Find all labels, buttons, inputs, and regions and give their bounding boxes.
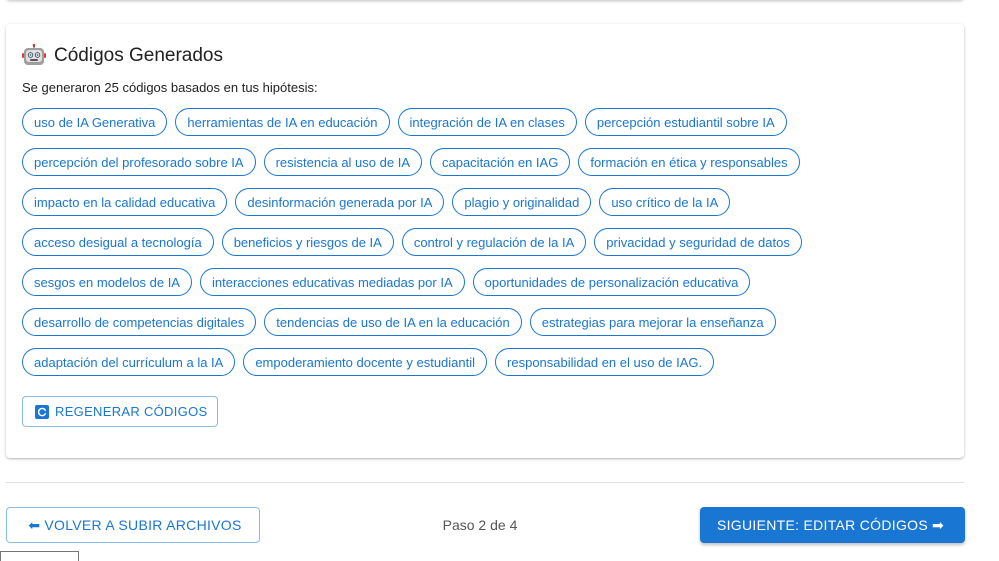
code-chip[interactable]: capacitación en IAG — [429, 148, 571, 176]
card-title: Códigos Generados — [54, 45, 223, 66]
code-chip[interactable]: estrategias para mejorar la enseñanza — [529, 308, 776, 336]
code-chip[interactable]: uso de IA Generativa — [22, 108, 168, 136]
code-chip[interactable]: beneficios y riesgos de IA — [221, 228, 394, 256]
code-chip[interactable]: tendencias de uso de IA en la educación — [264, 308, 522, 336]
partial-element — [0, 551, 79, 561]
code-chip[interactable]: control y regulación de la IA — [401, 228, 587, 256]
regenerate-codes-label: REGENERAR CÓDIGOS — [55, 404, 208, 419]
regenerate-codes-button[interactable]: REGENERAR CÓDIGOS — [22, 396, 219, 427]
code-chip[interactable]: interacciones educativas mediadas por IA — [199, 268, 465, 296]
code-chip[interactable]: oportunidades de personalización educati… — [472, 268, 751, 296]
codes-summary: Se generaron 25 códigos basados en tus h… — [22, 80, 318, 95]
footer-divider — [6, 482, 964, 483]
back-to-upload-button[interactable]: ⬅ VOLVER A SUBIR ARCHIVOS — [6, 507, 260, 543]
next-edit-codes-button[interactable]: SIGUIENTE: EDITAR CÓDIGOS ➡ — [700, 507, 965, 543]
arrow-left-icon: ⬅ — [28, 516, 41, 533]
code-chip[interactable]: desarrollo de competencias digitales — [22, 308, 257, 336]
code-chip[interactable]: acceso desigual a tecnología — [22, 228, 214, 256]
code-chip[interactable]: percepción del profesorado sobre IA — [22, 148, 256, 176]
back-to-upload-label: VOLVER A SUBIR ARCHIVOS — [44, 517, 242, 533]
code-chip[interactable]: resistencia al uso de IA — [263, 148, 422, 176]
code-chip[interactable]: uso crítico de la IA — [599, 188, 731, 216]
refresh-icon — [35, 404, 49, 419]
generated-codes-card: Códigos Generados Se generaron 25 código… — [6, 24, 964, 458]
code-chip[interactable]: empoderamiento docente y estudiantil — [243, 348, 488, 376]
code-chip[interactable]: integración de IA en clases — [397, 108, 577, 136]
code-chip[interactable]: herramientas de IA en educación — [175, 108, 390, 136]
step-indicator: Paso 2 de 4 — [442, 517, 518, 533]
next-edit-codes-label: SIGUIENTE: EDITAR CÓDIGOS — [716, 517, 928, 533]
code-chip[interactable]: plagio y originalidad — [452, 188, 592, 216]
card-header: Códigos Generados — [22, 43, 948, 68]
code-chip[interactable]: formación en ética y responsables — [578, 148, 800, 176]
code-chip-list: uso de IA Generativa herramientas de IA e… — [22, 108, 902, 376]
code-chip[interactable]: adaptación del currículum a la IA — [22, 348, 236, 376]
arrow-right-icon: ➡ — [932, 516, 945, 533]
code-chip[interactable]: sesgos en modelos de IA — [22, 268, 192, 296]
code-chip[interactable]: privacidad y seguridad de datos — [594, 228, 802, 256]
robot-icon — [22, 43, 46, 68]
code-chip[interactable]: impacto en la calidad educativa — [22, 188, 228, 216]
code-chip[interactable]: responsabilidad en el uso de IAG. — [495, 348, 715, 376]
code-chip[interactable]: desinformación generada por IA — [235, 188, 445, 216]
code-chip[interactable]: percepción estudiantil sobre IA — [584, 108, 787, 136]
